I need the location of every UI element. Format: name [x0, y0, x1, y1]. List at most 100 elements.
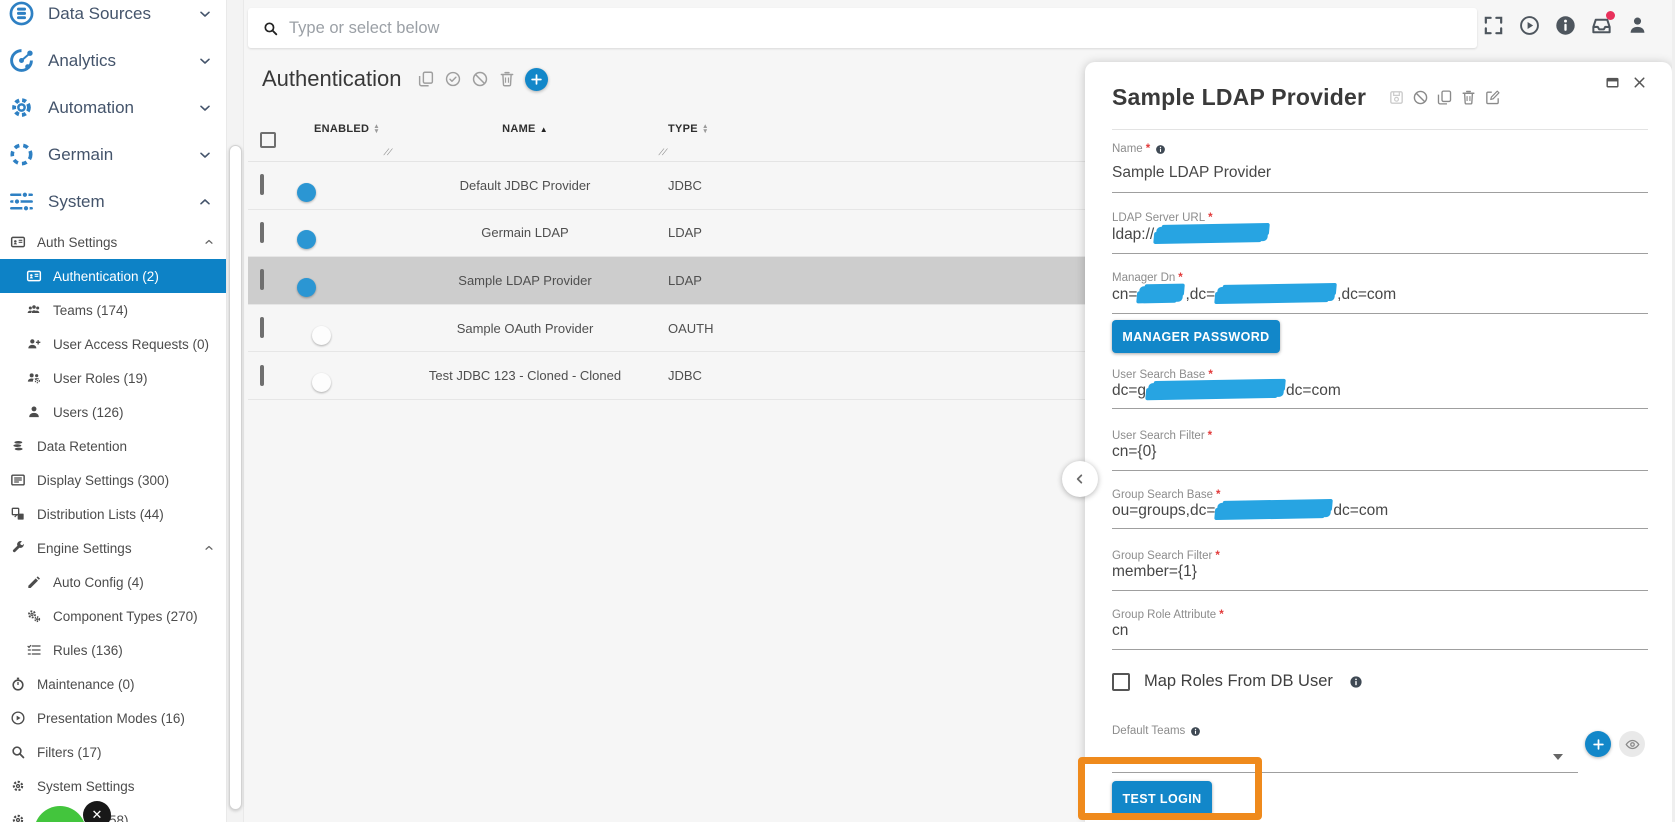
- sidebar-item-analytics[interactable]: Analytics: [0, 37, 226, 84]
- id-card-icon: [10, 234, 26, 250]
- table-row[interactable]: Germain LDAPLDAP: [248, 210, 1085, 258]
- sidebar-item-rules-136[interactable]: Rules (136): [0, 633, 226, 667]
- column-resize-handle[interactable]: //: [657, 147, 669, 157]
- sidebar-item-data-sources[interactable]: Data Sources: [0, 0, 226, 37]
- field-value-manager-dn[interactable]: cn=,dc=,dc=com: [1112, 286, 1396, 304]
- row-name: Sample LDAP Provider: [390, 273, 660, 288]
- sidebar-scrollbar-track[interactable]: [226, 0, 244, 822]
- field-label-user-search-base: User Search Base*: [1112, 369, 1213, 381]
- sidebar-item-data-retention[interactable]: Data Retention: [0, 429, 226, 463]
- sidebar-scrollbar-thumb[interactable]: [229, 145, 242, 810]
- table-row[interactable]: Test JDBC 123 - Cloned - ClonedJDBC: [248, 352, 1085, 400]
- row-checkbox[interactable]: [260, 174, 264, 195]
- search-icon: [10, 744, 26, 760]
- table-row[interactable]: Sample OAuth ProviderOAUTH: [248, 305, 1085, 353]
- view-teams-button[interactable]: [1619, 731, 1645, 757]
- check-circle-icon[interactable]: [444, 70, 462, 88]
- field-underline: [1112, 528, 1648, 529]
- page-heading-row: Authentication: [262, 66, 548, 92]
- sidebar-item-auth-settings[interactable]: Auth Settings: [0, 225, 226, 259]
- column-header-enabled[interactable]: ENABLED▲▼: [290, 112, 390, 135]
- field-label-ldap-server-url: LDAP Server URL*: [1112, 212, 1213, 224]
- sidebar-item-label: Analytics: [48, 51, 116, 71]
- add-team-button[interactable]: [1585, 731, 1611, 757]
- sidebar-item-system[interactable]: System: [0, 178, 226, 225]
- display-settings-icon: [10, 472, 26, 488]
- copy-icon[interactable]: [417, 70, 435, 88]
- info-circle-icon[interactable]: [1554, 14, 1577, 37]
- chevron-up-icon: [203, 542, 215, 554]
- field-value-group-search-base[interactable]: ou=groups,dc=dc=com: [1112, 502, 1388, 520]
- dropdown-caret-icon[interactable]: [1553, 754, 1563, 760]
- ban-icon[interactable]: [471, 70, 489, 88]
- chat-widget-close-icon[interactable]: ✕: [83, 801, 111, 822]
- field-value-group-role-attribute[interactable]: cn: [1112, 622, 1128, 640]
- sidebar-item-distribution-lists-44[interactable]: Distribution Lists (44): [0, 497, 226, 531]
- play-circle-icon[interactable]: [1518, 14, 1541, 37]
- row-checkbox[interactable]: [260, 269, 264, 290]
- table-row[interactable]: Default JDBC ProviderJDBC: [248, 162, 1085, 210]
- row-checkbox[interactable]: [260, 222, 264, 243]
- panel-collapse-button[interactable]: [1062, 461, 1098, 497]
- sidebar-item-automation[interactable]: Automation: [0, 84, 226, 131]
- required-asterisk: *: [1219, 609, 1223, 621]
- sidebar-item-auto-config-4[interactable]: Auto Config (4): [0, 565, 226, 599]
- field-value-ldap-server-url[interactable]: ldap://: [1112, 226, 1270, 244]
- field-value-group-search-filter[interactable]: member={1}: [1112, 563, 1197, 581]
- play-circle-icon: [10, 710, 26, 726]
- sidebar-item-engine-settings[interactable]: Engine Settings: [0, 531, 226, 565]
- sidebar-item-label: System: [48, 192, 105, 212]
- sidebar-item-presentation-modes-16[interactable]: Presentation Modes (16): [0, 701, 226, 735]
- row-type: OAUTH: [660, 321, 820, 336]
- add-button[interactable]: [525, 68, 548, 91]
- search-input[interactable]: [289, 19, 1477, 38]
- map-roles-checkbox[interactable]: [1112, 673, 1130, 691]
- chevron-down-icon: [197, 147, 213, 163]
- inbox-icon[interactable]: [1590, 14, 1613, 37]
- chevron-down-icon: [197, 100, 213, 116]
- column-resize-handle[interactable]: //: [382, 147, 394, 157]
- sidebar-item-user-roles-19[interactable]: User Roles (19): [0, 361, 226, 395]
- sidebar-item-display-settings-300[interactable]: Display Settings (300): [0, 463, 226, 497]
- field-underline: [1112, 313, 1648, 314]
- fullscreen-icon[interactable]: [1482, 14, 1505, 37]
- row-checkbox[interactable]: [260, 365, 264, 386]
- redaction-scribble: [1217, 501, 1332, 519]
- maintenance-icon: [10, 676, 26, 692]
- sidebar-item-system-settings[interactable]: System Settings: [0, 769, 226, 803]
- table-header: ENABLED▲▼NAME▲TYPE▲▼ // //: [248, 112, 1085, 162]
- sidebar-item-teams-174[interactable]: Teams (174): [0, 293, 226, 327]
- sidebar-item-label: Distribution Lists (44): [37, 507, 164, 522]
- field-underline: [1112, 470, 1648, 471]
- manager-password-button[interactable]: MANAGER PASSWORD: [1112, 320, 1280, 353]
- sidebar-item-user-access-requests-0[interactable]: User Access Requests (0): [0, 327, 226, 361]
- gears-icon: [26, 608, 42, 624]
- chevron-up-icon: [203, 236, 215, 248]
- row-checkbox[interactable]: [260, 317, 264, 338]
- sidebar-item-authentication-2[interactable]: Authentication (2): [0, 259, 226, 293]
- sidebar-item-maintenance-0[interactable]: Maintenance (0): [0, 667, 226, 701]
- table-row[interactable]: Sample LDAP ProviderLDAP: [248, 257, 1085, 305]
- field-label-default-teams: Default Teams: [1112, 725, 1201, 737]
- trash-icon[interactable]: [498, 70, 516, 88]
- row-type: JDBC: [660, 178, 820, 193]
- required-asterisk: *: [1178, 272, 1182, 284]
- field-value-user-search-filter[interactable]: cn={0}: [1112, 443, 1156, 461]
- column-header-name[interactable]: NAME▲: [390, 112, 660, 135]
- sidebar-item-label: Germain: [48, 145, 113, 165]
- select-all-checkbox[interactable]: [260, 132, 276, 148]
- page-title: Authentication: [262, 66, 401, 92]
- sidebar-item-158[interactable]: (158): [0, 803, 226, 822]
- field-label-group-role-attribute: Group Role Attribute*: [1112, 609, 1224, 621]
- field-value-user-search-base[interactable]: dc=gdc=com: [1112, 382, 1341, 400]
- test-login-button[interactable]: TEST LOGIN: [1112, 781, 1212, 816]
- sidebar-item-germain[interactable]: Germain: [0, 131, 226, 178]
- column-header-type[interactable]: TYPE▲▼: [660, 112, 820, 135]
- sidebar-item-label: Rules (136): [53, 643, 123, 658]
- field-value-name[interactable]: Sample LDAP Provider: [1112, 164, 1271, 182]
- user-icon[interactable]: [1626, 14, 1649, 37]
- sidebar-item-filters-17[interactable]: Filters (17): [0, 735, 226, 769]
- sidebar-item-users-126[interactable]: Users (126): [0, 395, 226, 429]
- sidebar-item-component-types-270[interactable]: Component Types (270): [0, 599, 226, 633]
- toggle-knob: [297, 183, 316, 202]
